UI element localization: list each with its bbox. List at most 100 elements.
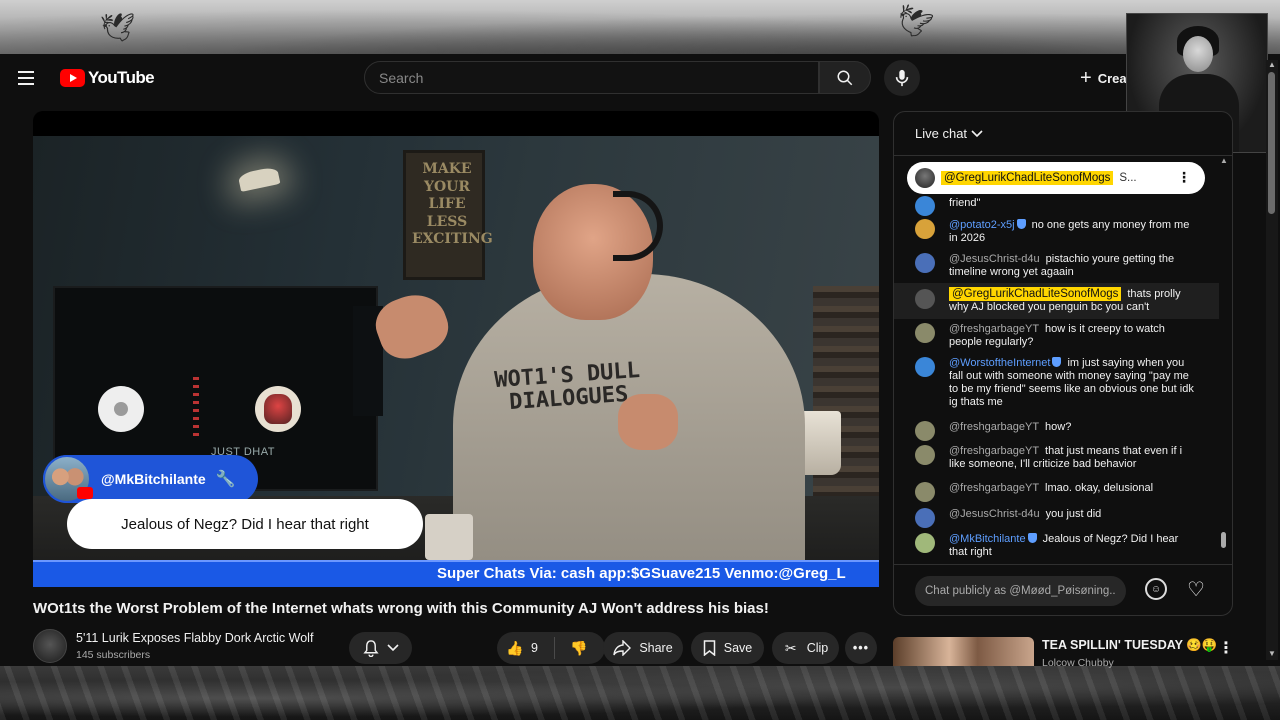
recommended-title[interactable]: TEA SPILLIN' TUESDAY 🥴🤑 [1042, 638, 1217, 653]
bell-icon [362, 639, 379, 657]
message-author[interactable]: @freshgarbageYT [949, 445, 1039, 457]
page-scrollbar[interactable]: ▲ ▼ [1266, 60, 1278, 660]
bird-silhouette: 🕊 [890, 0, 936, 44]
channel-avatar[interactable] [33, 629, 67, 663]
message-text: how? [1045, 421, 1072, 433]
menu-icon[interactable] [18, 66, 42, 90]
verified-badge-icon [1016, 219, 1026, 229]
search-button[interactable] [819, 61, 871, 94]
chevron-down-icon [971, 129, 983, 137]
subscriber-count: 145 subscribers [76, 649, 151, 661]
poster-text: MAKE YOUR LIFE LESS EXCITING [412, 161, 493, 247]
clip-label: Clip [806, 641, 829, 655]
channel-name[interactable]: 5'11 Lurik Exposes Flabby Dork Arctic Wo… [76, 631, 313, 645]
page-scroll-thumb[interactable] [1268, 72, 1275, 214]
heart-icon[interactable]: ♡ [1183, 576, 1209, 602]
message-author[interactable]: @freshgarbageYT [949, 482, 1039, 494]
chat-message-list: friend" @potato2-x5j no one gets any mone… [894, 182, 1219, 564]
headset [613, 191, 663, 261]
ticker-text: Super Chats Via: cash app:$GSuave215 Ven… [437, 565, 846, 582]
thumbs-down-icon[interactable]: 👎 [570, 640, 587, 656]
more-actions-button[interactable]: ••• [845, 632, 877, 664]
chat-message: @GregLurikChadLiteSonofMogs thats prolly … [894, 283, 1219, 319]
lamp [237, 166, 281, 192]
message-author[interactable]: @GregLurikChadLiteSonofMogs [949, 287, 1122, 301]
masthead: YouTube + Crea [0, 54, 1280, 102]
pinned-text: S... [1119, 172, 1137, 184]
desk-mug [425, 514, 473, 560]
message-author[interactable]: @WorstoftheInternet [949, 357, 1062, 369]
avatar [915, 196, 935, 216]
kebab-menu-icon[interactable]: ⋮ [1177, 169, 1191, 186]
live-chat-panel: Live chat @GregLurikChadLiteSonofMogs S.… [893, 111, 1233, 616]
bird-silhouette: 🕊 [100, 12, 136, 43]
superchat-message: Jealous of Negz? Did I hear that right [67, 499, 423, 549]
save-label: Save [723, 641, 753, 655]
plus-icon: + [1080, 66, 1092, 89]
notification-button[interactable] [349, 632, 412, 664]
scroll-up-icon[interactable]: ▲ [1220, 156, 1228, 165]
player-top-bar [33, 111, 879, 136]
avatar [915, 219, 935, 239]
message-author[interactable]: @JesusChrist-d4u [949, 253, 1040, 265]
avatar [915, 357, 935, 377]
share-icon [613, 640, 632, 656]
like-dislike-group: 👍 9 👎 [497, 632, 605, 664]
microphone-icon [895, 69, 909, 87]
recommended-channel[interactable]: Lolcow Chubby [1042, 657, 1114, 669]
wrench-icon: 🔧 [215, 471, 236, 488]
avatar [915, 508, 935, 528]
search-input[interactable] [379, 69, 804, 86]
verified-badge-icon [1027, 533, 1037, 543]
call-avatar-placeholder [98, 386, 144, 432]
chat-scroll-thumb[interactable] [1221, 532, 1226, 548]
message-text: you just did [1045, 508, 1102, 520]
search-box [364, 61, 819, 94]
video-player[interactable]: MAKE YOUR LIFE LESS EXCITING JUST DHAT W… [33, 136, 879, 587]
message-author[interactable]: @MkBitchilante [949, 533, 1037, 545]
live-chat-header[interactable]: Live chat [894, 112, 1232, 156]
chat-input[interactable] [915, 576, 1126, 606]
create-button[interactable]: + Crea [1080, 66, 1127, 90]
message-author[interactable]: @potato2-x5j [949, 219, 1026, 231]
youtube-badge-icon [77, 487, 93, 499]
thumbs-up-icon[interactable]: 👍 [506, 640, 523, 656]
avatar [915, 323, 935, 343]
message-author[interactable]: @JesusChrist-d4u [949, 508, 1040, 520]
scroll-up-icon[interactable]: ▲ [1268, 60, 1276, 69]
live-chat-label: Live chat [915, 126, 968, 141]
avatar [915, 533, 935, 553]
youtube-logo[interactable]: YouTube [60, 66, 155, 90]
chat-message: friend" [894, 196, 1219, 216]
voice-search-button[interactable] [884, 60, 920, 96]
stream-overlay-top: 🕊 🕊 [0, 0, 1280, 54]
scissors-icon: ✂ [784, 640, 797, 656]
create-label: Crea [1097, 70, 1127, 86]
pinned-message[interactable]: @GregLurikChadLiteSonofMogs S... ⋮ [907, 162, 1205, 194]
bookmark-icon [703, 640, 715, 656]
youtube-play-icon [60, 69, 85, 87]
like-count[interactable]: 9 [531, 641, 538, 655]
save-button[interactable]: Save [691, 632, 764, 664]
share-button[interactable]: Share [603, 632, 683, 664]
scroll-down-icon[interactable]: ▼ [1268, 649, 1276, 658]
message-author[interactable]: @freshgarbageYT [949, 421, 1039, 433]
message-author[interactable]: @freshgarbageYT [949, 323, 1039, 335]
monitor-detail [193, 376, 199, 436]
kebab-menu-icon[interactable]: ⋮ [1218, 638, 1234, 658]
streamer-hand-right [618, 394, 678, 450]
search-icon [837, 70, 853, 85]
pinned-author: @GregLurikChadLiteSonofMogs [941, 171, 1114, 185]
avatar [915, 482, 935, 502]
verified-badge-icon [1052, 357, 1062, 367]
avatar [915, 253, 935, 273]
avatar [915, 289, 935, 309]
avatar [915, 421, 935, 441]
chat-scrollbar[interactable]: ▲ [1218, 156, 1228, 561]
call-avatar [255, 386, 301, 432]
more-horizontal-icon: ••• [852, 641, 870, 655]
emoji-icon[interactable]: ☺ [1145, 578, 1167, 600]
wall-poster: MAKE YOUR LIFE LESS EXCITING [403, 150, 493, 280]
clip-button[interactable]: ✂ Clip [772, 632, 839, 664]
recommended-thumbnail[interactable] [893, 637, 1034, 666]
